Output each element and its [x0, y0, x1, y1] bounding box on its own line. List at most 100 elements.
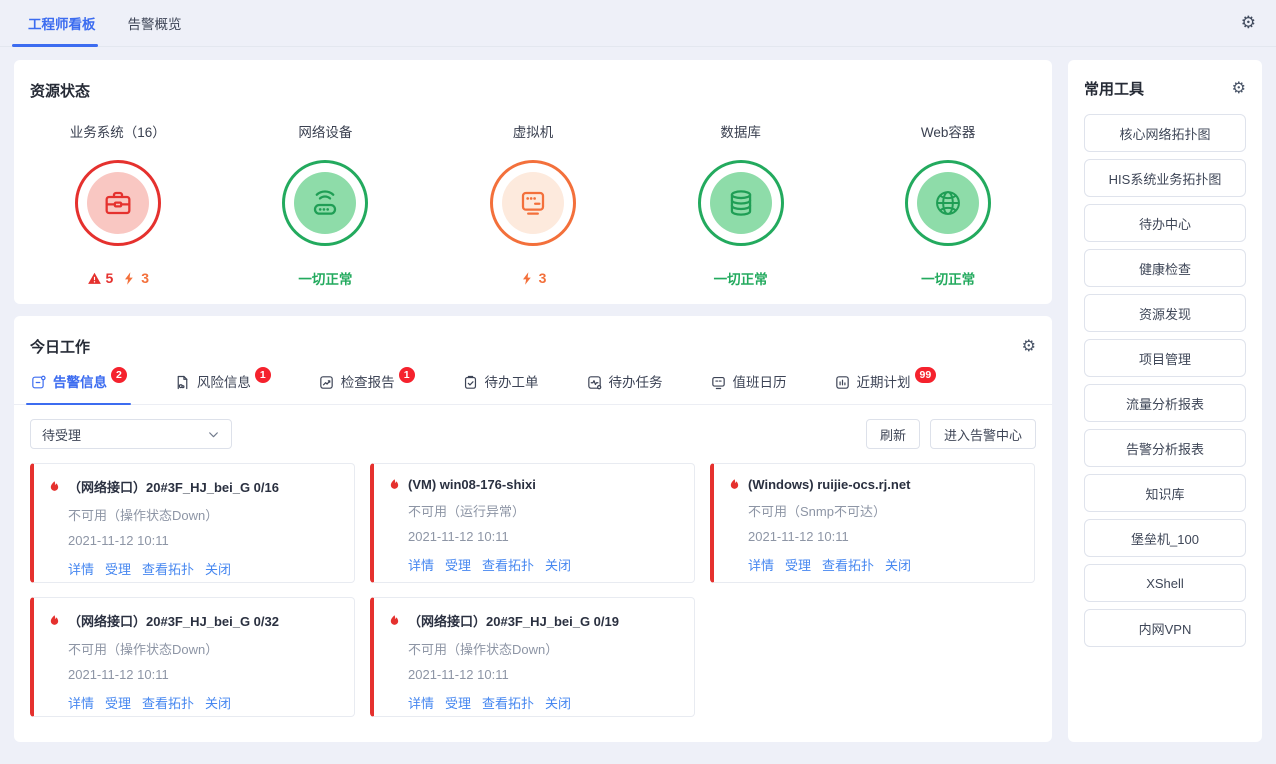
lightning-icon [122, 271, 137, 286]
detail-link[interactable]: 详情 [68, 559, 94, 578]
settings-gear-icon[interactable]: ⚙ [1241, 14, 1256, 31]
resource-label: 数据库 [720, 121, 761, 141]
tab-badge: 99 [915, 367, 937, 383]
tab-badge: 2 [111, 367, 127, 383]
resource-item-virtual-machine[interactable]: 虚拟机 3 [429, 121, 637, 288]
close-link[interactable]: 关闭 [545, 693, 571, 712]
accept-link[interactable]: 受理 [785, 555, 811, 574]
tool-bastion-host[interactable]: 堡垒机_100 [1084, 519, 1246, 557]
plan-bars-icon [834, 374, 851, 391]
view-topology-link[interactable]: 查看拓扑 [482, 693, 534, 712]
view-topology-link[interactable]: 查看拓扑 [822, 555, 874, 574]
view-topology-link[interactable]: 查看拓扑 [142, 693, 194, 712]
resource-label: 网络设备 [298, 121, 352, 141]
tool-resource-discovery[interactable]: 资源发现 [1084, 294, 1246, 332]
tab-label: 告警概览 [128, 13, 182, 33]
alert-time: 2021-11-12 10:11 [408, 667, 680, 682]
status-ring [905, 160, 991, 246]
tool-knowledge-base[interactable]: 知识库 [1084, 474, 1246, 512]
status-ring [490, 160, 576, 246]
accept-link[interactable]: 受理 [445, 693, 471, 712]
resource-row: 业务系统（16） 5 [14, 121, 1052, 288]
resource-label: Web容器 [921, 121, 976, 141]
accept-link[interactable]: 受理 [105, 693, 131, 712]
alert-filter-select[interactable]: 待受理 [30, 419, 232, 449]
tab-recent-plan[interactable]: 近期计划 99 [834, 373, 937, 404]
tool-health-check[interactable]: 健康检查 [1084, 249, 1246, 287]
tool-alert-analysis-report[interactable]: 告警分析报表 [1084, 429, 1246, 467]
vm-icon [502, 172, 564, 234]
close-link[interactable]: 关闭 [205, 559, 231, 578]
warning-triangle-icon [87, 271, 102, 286]
globe-icon [917, 172, 979, 234]
today-work-gear-icon[interactable]: ⚙ [1022, 339, 1036, 355]
tab-risk-info[interactable]: 风险信息 1 [174, 373, 271, 404]
tab-check-report[interactable]: 检查报告 1 [318, 373, 415, 404]
detail-link[interactable]: 详情 [408, 693, 434, 712]
close-link[interactable]: 关闭 [545, 555, 571, 574]
close-link[interactable]: 关闭 [885, 555, 911, 574]
resource-item-database[interactable]: 数据库 一切正常 [637, 121, 845, 288]
lightning-icon [520, 271, 535, 286]
view-topology-link[interactable]: 查看拓扑 [482, 555, 534, 574]
tool-project-management[interactable]: 项目管理 [1084, 339, 1246, 377]
fire-icon [728, 478, 741, 491]
tool-his-business-topology[interactable]: HIS系统业务拓扑图 [1084, 159, 1246, 197]
refresh-button[interactable]: 刷新 [866, 419, 920, 449]
tab-todo-workorder[interactable]: 待办工单 [462, 373, 539, 404]
alert-title: （网络接口）20#3F_HJ_bei_G 0/16 [68, 477, 279, 496]
status-ring [698, 160, 784, 246]
resource-item-business-system[interactable]: 业务系统（16） 5 [14, 121, 222, 288]
alert-title: (VM) win08-176-shixi [408, 477, 536, 492]
resource-label: 虚拟机 [513, 121, 554, 141]
briefcase-icon [87, 172, 149, 234]
alert-desc: 不可用（运行异常） [408, 501, 680, 520]
resource-status-title: 资源状态 [14, 60, 1052, 101]
tool-intranet-vpn[interactable]: 内网VPN [1084, 609, 1246, 647]
chevron-down-icon [207, 428, 220, 441]
alert-title: (Windows) ruijie-ocs.rj.net [748, 477, 910, 492]
detail-link[interactable]: 详情 [68, 693, 94, 712]
tab-todo-task[interactable]: 待办任务 [586, 373, 663, 404]
tab-badge: 1 [255, 367, 271, 383]
filter-value: 待受理 [42, 425, 81, 444]
task-pulse-icon [586, 374, 603, 391]
work-tabs: 告警信息 2 风险信息 1 检查报告 1 待办 [14, 373, 1052, 405]
tab-alert-overview[interactable]: 告警概览 [128, 0, 182, 46]
tab-duty-calendar[interactable]: 值班日历 [710, 373, 787, 404]
view-topology-link[interactable]: 查看拓扑 [142, 559, 194, 578]
today-work-panel: 今日工作 ⚙ 告警信息 2 风险信息 1 [14, 316, 1052, 742]
fire-icon [48, 480, 61, 493]
tools-gear-icon[interactable]: ⚙ [1232, 81, 1246, 97]
alert-desc: 不可用（Snmp不可达） [748, 501, 1020, 520]
alarm-count: 5 [87, 270, 114, 286]
tab-engineer-dashboard[interactable]: 工程师看板 [28, 0, 96, 46]
alert-center-button[interactable]: 进入告警中心 [930, 419, 1036, 449]
tool-traffic-analysis-report[interactable]: 流量分析报表 [1084, 384, 1246, 422]
tool-xshell[interactable]: XShell [1084, 564, 1246, 602]
alert-desc: 不可用（操作状态Down） [408, 639, 680, 658]
tab-badge: 1 [399, 367, 415, 383]
resource-item-network-device[interactable]: 网络设备 一切正常 [222, 121, 430, 288]
detail-link[interactable]: 详情 [748, 555, 774, 574]
resource-item-web-container[interactable]: Web容器 一切正常 [844, 121, 1052, 288]
alert-title: （网络接口）20#3F_HJ_bei_G 0/19 [408, 611, 619, 630]
report-chart-icon [318, 374, 335, 391]
risk-file-icon [174, 374, 191, 391]
tool-todo-center[interactable]: 待办中心 [1084, 204, 1246, 242]
alert-time: 2021-11-12 10:11 [408, 529, 680, 544]
resource-status-text: 一切正常 [921, 268, 975, 288]
tab-alert-info[interactable]: 告警信息 2 [30, 373, 127, 404]
detail-link[interactable]: 详情 [408, 555, 434, 574]
tool-core-network-topology[interactable]: 核心网络拓扑图 [1084, 114, 1246, 152]
close-link[interactable]: 关闭 [205, 693, 231, 712]
fire-icon [48, 614, 61, 627]
accept-link[interactable]: 受理 [105, 559, 131, 578]
fire-icon [388, 614, 401, 627]
alert-card: (VM) win08-176-shixi 不可用（运行异常） 2021-11-1… [370, 463, 695, 583]
warn-count: 3 [520, 270, 547, 286]
accept-link[interactable]: 受理 [445, 555, 471, 574]
resource-status-counts: 5 3 [87, 268, 150, 288]
top-tab-bar: 工程师看板 告警概览 ⚙ [0, 0, 1276, 47]
warn-count: 3 [122, 270, 149, 286]
